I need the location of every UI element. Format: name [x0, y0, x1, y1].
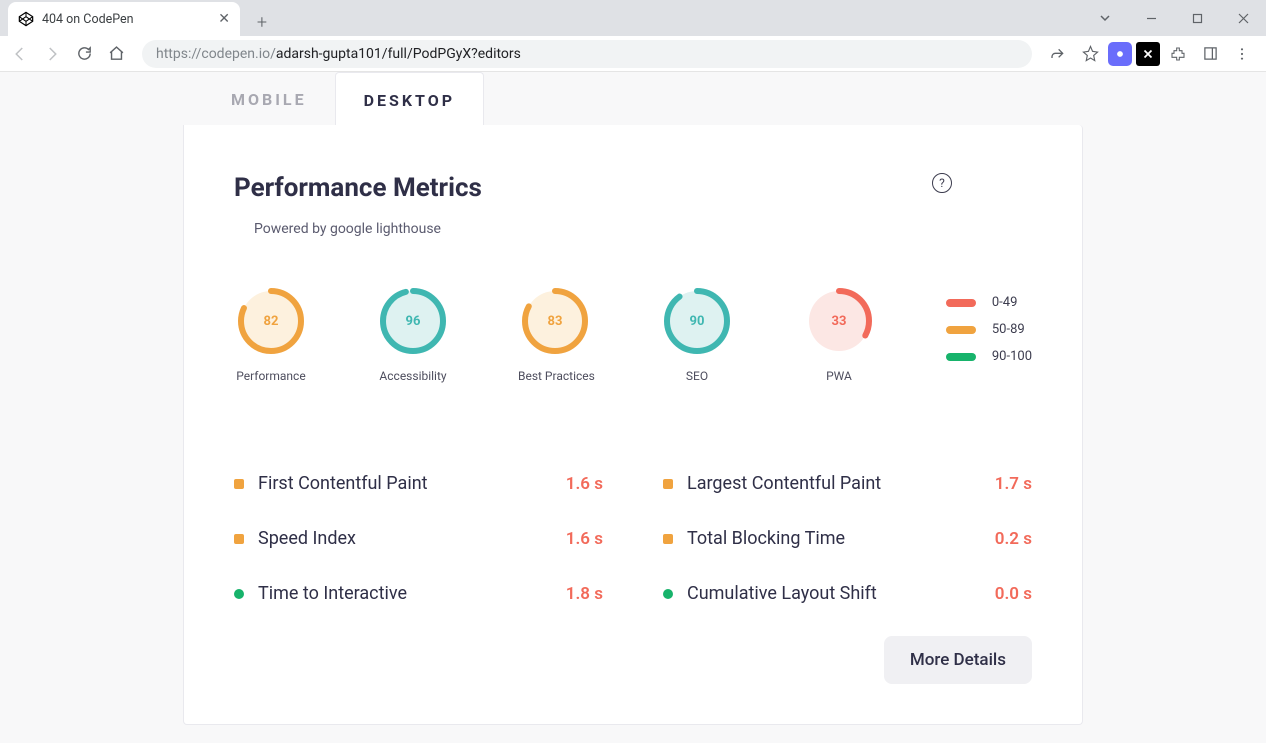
menu-icon[interactable] [1228, 40, 1256, 68]
metric-name: Largest Contentful Paint [687, 473, 970, 494]
metric-name: First Contentful Paint [258, 473, 541, 494]
metric-dot-icon [234, 534, 244, 544]
gauge-label: Performance [234, 369, 308, 383]
share-icon[interactable] [1044, 40, 1072, 68]
legend-row: 0-49 [946, 295, 1032, 310]
new-tab-button[interactable]: + [248, 8, 276, 36]
viewport: MOBILE DESKTOP Performance Metrics Power… [0, 72, 1266, 743]
metric-dot-icon [234, 589, 244, 599]
metric-row: Time to Interactive 1.8 s [234, 583, 603, 604]
score-legend: 0-49 50-89 90-100 [946, 287, 1032, 364]
forward-icon [38, 40, 66, 68]
metric-value: 1.8 s [553, 584, 603, 604]
gauge-seo: 90 SEO [660, 287, 734, 383]
reload-icon[interactable] [70, 40, 98, 68]
maximize-icon[interactable] [1174, 0, 1220, 36]
tab-strip: 404 on CodePen ✕ + [0, 0, 1266, 36]
metric-value: 1.7 s [982, 474, 1032, 494]
close-icon[interactable] [1220, 0, 1266, 36]
gauge-value: 82 [237, 287, 305, 355]
gauge-best-practices: 83 Best Practices [518, 287, 592, 383]
metric-name: Time to Interactive [258, 583, 541, 604]
metrics-panel: Performance Metrics Powered by google li… [183, 125, 1083, 725]
gauge-performance: 82 Performance [234, 287, 308, 383]
minimize-icon[interactable] [1128, 0, 1174, 36]
more-details-button[interactable]: More Details [884, 636, 1032, 684]
device-tabs: MOBILE DESKTOP [183, 72, 1083, 126]
extension-icon-1[interactable] [1108, 42, 1132, 66]
legend-pill [946, 299, 976, 307]
metric-dot-icon [234, 479, 244, 489]
help-icon[interactable]: ? [932, 173, 952, 193]
browser-chrome: 404 on CodePen ✕ + https://codepen.io/ad… [0, 0, 1266, 72]
legend-text: 0-49 [992, 295, 1018, 310]
metric-value: 0.0 s [982, 584, 1032, 604]
metric-dot-icon [663, 534, 673, 544]
close-tab-icon[interactable]: ✕ [218, 11, 230, 27]
back-icon [6, 40, 34, 68]
browser-tab[interactable]: 404 on CodePen ✕ [8, 2, 240, 36]
tab-mobile[interactable]: MOBILE [203, 72, 335, 126]
metric-row: Cumulative Layout Shift 0.0 s [663, 583, 1032, 604]
home-icon[interactable] [102, 40, 130, 68]
gauge-label: PWA [802, 369, 876, 383]
metric-name: Cumulative Layout Shift [687, 583, 970, 604]
legend-pill [946, 326, 976, 334]
gauge-value: 83 [521, 287, 589, 355]
legend-row: 90-100 [946, 349, 1032, 364]
star-icon[interactable] [1076, 40, 1104, 68]
gauge-value: 90 [663, 287, 731, 355]
metric-row: Speed Index 1.6 s [234, 528, 603, 549]
address-bar[interactable]: https://codepen.io/adarsh-gupta101/full/… [142, 40, 1032, 68]
url-host: https://codepen.io/ [156, 46, 276, 62]
legend-text: 90-100 [992, 349, 1032, 364]
gauge-value: 33 [805, 287, 873, 355]
metric-name: Speed Index [258, 528, 541, 549]
tab-title: 404 on CodePen [42, 12, 210, 27]
gauge-accessibility: 96 Accessibility [376, 287, 450, 383]
toolbar: https://codepen.io/adarsh-gupta101/full/… [0, 36, 1266, 72]
chevron-down-icon[interactable] [1082, 0, 1128, 36]
gauge-pwa: 33 PWA [802, 287, 876, 383]
metric-value: 0.2 s [982, 529, 1032, 549]
metric-row: Largest Contentful Paint 1.7 s [663, 473, 1032, 494]
tab-desktop[interactable]: DESKTOP [335, 72, 484, 126]
page-subtitle: Powered by google lighthouse [254, 221, 482, 237]
legend-row: 50-89 [946, 322, 1032, 337]
gauge-label: Accessibility [376, 369, 450, 383]
metric-dot-icon [663, 479, 673, 489]
metrics-grid: First Contentful Paint 1.6 s Largest Con… [234, 473, 1032, 604]
metric-name: Total Blocking Time [687, 528, 970, 549]
metric-value: 1.6 s [553, 474, 603, 494]
metric-dot-icon [663, 589, 673, 599]
metric-row: Total Blocking Time 0.2 s [663, 528, 1032, 549]
gauge-value: 96 [379, 287, 447, 355]
page-title: Performance Metrics [234, 173, 482, 203]
legend-pill [946, 353, 976, 361]
legend-text: 50-89 [992, 322, 1025, 337]
codepen-icon [18, 11, 34, 27]
metric-value: 1.6 s [553, 529, 603, 549]
gauge-label: SEO [660, 369, 734, 383]
metric-row: First Contentful Paint 1.6 s [234, 473, 603, 494]
gauges-row: 82 Performance 96 Accessibility 83 Best … [234, 287, 1032, 383]
url-path: adarsh-gupta101/full/PodPGyX?editors [276, 46, 521, 62]
extensions-icon[interactable] [1164, 40, 1192, 68]
gauge-label: Best Practices [518, 369, 592, 383]
extension-icon-2[interactable] [1136, 42, 1160, 66]
sidepanel-icon[interactable] [1196, 40, 1224, 68]
